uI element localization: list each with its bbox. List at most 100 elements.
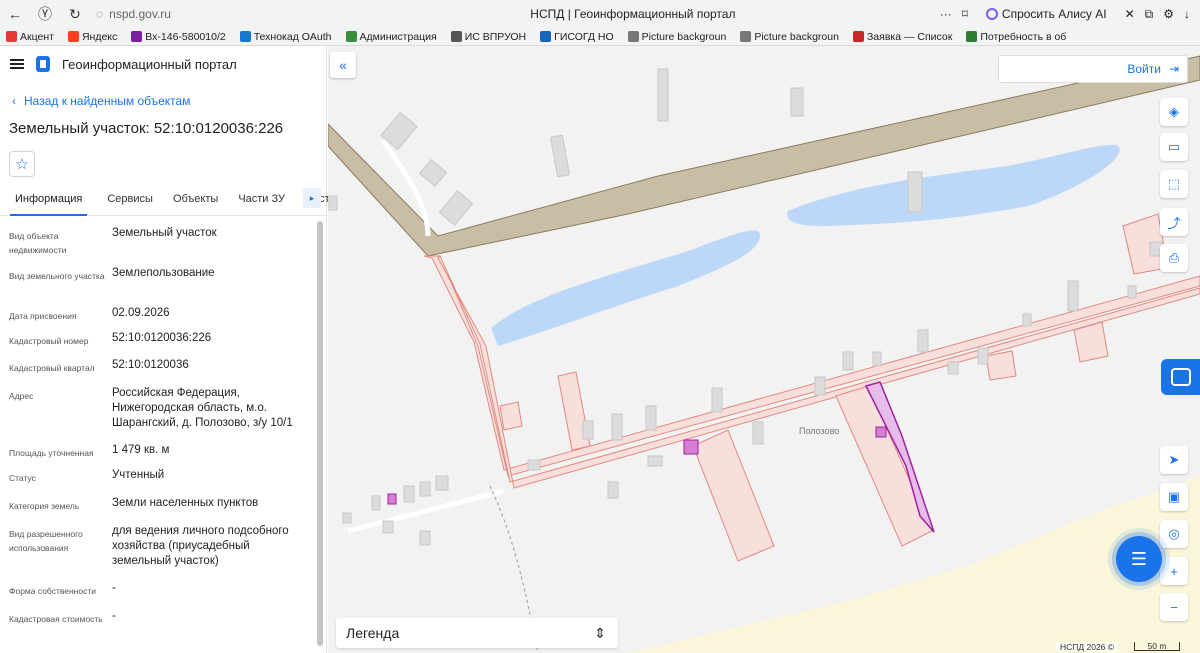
tab-parts[interactable]: Части ЗУ <box>238 190 285 216</box>
copyright: НСПД 2026 © <box>1056 642 1119 652</box>
geo-button[interactable]: ◎ <box>1160 520 1188 548</box>
panel-scrollbar[interactable] <box>317 221 323 646</box>
portal-logo-icon <box>36 56 50 72</box>
select-area-button[interactable]: ⬚ <box>1160 170 1188 198</box>
village-label: Полозово <box>799 426 840 436</box>
bookmark-label: Потребность в об <box>980 30 1067 43</box>
star-icon: ☆ <box>15 156 29 173</box>
back-link[interactable]: ‹ Назад к найденным объектам <box>12 94 326 108</box>
bookmark-item[interactable]: Технокад OAuth <box>239 30 332 43</box>
tab-objects[interactable]: Объекты <box>173 190 218 216</box>
map-view[interactable]: « Войти ⇥ ◈ ▭ ⬚ ⤴ ⎙ ➤ ▣ ◎ + − ☰ Полозово… <box>328 46 1200 653</box>
property-row: Площадь уточненная 1 479 кв. м <box>0 443 326 468</box>
print-button[interactable]: ⎙ <box>1160 244 1188 272</box>
tab-services[interactable]: Сервисы <box>107 190 153 216</box>
yandex-icon[interactable]: Ⓨ <box>30 0 60 28</box>
shield-icon: ◌ <box>96 7 104 21</box>
property-value: 1 479 кв. м <box>112 444 170 456</box>
property-value: Земли населенных пунктов <box>112 497 259 509</box>
street-corridor-lower <box>437 255 1200 489</box>
bookmark-item[interactable]: Picture backgroun <box>627 30 727 43</box>
more-icon[interactable]: ··· <box>940 7 952 21</box>
bookmark-label: Технокад OAuth <box>253 30 332 43</box>
login-label: Войти <box>1127 62 1161 76</box>
chevron-left-icon: ‹ <box>12 94 16 108</box>
chat-icon: ☰ <box>1130 548 1148 569</box>
browser-toolbar: ← Ⓨ ↻ ◌ nspd.gov.ru НСПД | Геоинформацио… <box>0 0 1200 28</box>
property-label: Площадь уточненная <box>9 448 94 458</box>
property-row: Категория земель Земли населенных пунктов <box>0 496 326 524</box>
bookmark-item[interactable]: Администрация <box>345 31 437 43</box>
login-button[interactable]: Войти ⇥ <box>998 55 1188 83</box>
property-row: Адрес Российская Федерация, Нижегородская… <box>0 386 326 443</box>
highlighted-building <box>387 493 397 505</box>
minimap-icon: ▣ <box>1167 489 1181 504</box>
back-arrow-icon[interactable]: ← <box>0 0 30 28</box>
bookmark-item[interactable]: ГИСОГД НО <box>540 31 614 43</box>
bookmark-favicon-icon <box>6 31 17 42</box>
property-value: Землепользование <box>112 267 215 279</box>
parcel <box>692 429 775 562</box>
extension-icon[interactable]: ✕ <box>1125 7 1135 21</box>
assistant-chat-button[interactable]: ☰ <box>1116 536 1162 582</box>
legend-label: Легенда <box>346 625 400 641</box>
app-title: Геоинформационный портал <box>62 56 237 72</box>
map-canvas <box>328 55 1200 653</box>
bookmark-item[interactable]: Потребность в об <box>966 31 1066 43</box>
favorite-star-button[interactable]: ☆ <box>9 151 35 177</box>
ruler-button[interactable]: ▭ <box>1160 133 1188 161</box>
pond-west <box>491 230 761 346</box>
zoom-out-button[interactable]: − <box>1160 593 1188 621</box>
bookmark-item[interactable]: Вх-146-580010/2 <box>131 30 226 43</box>
property-label: Вид разрешенного использования <box>9 529 83 553</box>
property-label: Форма собственности <box>9 586 96 596</box>
layers-button[interactable]: ◈ <box>1160 98 1188 126</box>
geo-pin-icon: ◎ <box>1168 526 1180 541</box>
bookmarks-bar: Акцент Яндекс Вх-146-580010/2 Технокад OAut… <box>0 28 1200 46</box>
bookmark-label: Picture backgroun <box>754 30 839 43</box>
legend-dropdown[interactable]: Легенда ⇕ <box>336 618 618 648</box>
property-row: Статус Учтенный <box>0 468 326 496</box>
bookmark-label: Picture backgroun <box>641 30 727 43</box>
property-row: Дата присвоения 02.09.2026 <box>0 306 326 331</box>
collapse-panel-button[interactable]: « <box>330 52 356 78</box>
alice-button[interactable]: Спросить Алису AI <box>978 4 1115 24</box>
minimap-button[interactable]: ▣ <box>1160 483 1188 511</box>
property-label: Кадастровый квартал <box>9 363 95 373</box>
tabs-next-button[interactable]: ▸ <box>303 188 321 208</box>
alice-label: Спросить Алису AI <box>1001 7 1107 21</box>
street-corridor <box>423 255 1200 477</box>
bookmark-favicon-icon <box>67 31 79 42</box>
bookmark-item[interactable]: Яндекс <box>67 31 117 43</box>
share-button[interactable]: ⤴ <box>1160 208 1188 236</box>
tab-info[interactable]: Информация <box>10 190 88 216</box>
zoom-in-button[interactable]: + <box>1160 557 1188 585</box>
menu-icon[interactable] <box>10 59 24 69</box>
chat-side-tab[interactable] <box>1161 359 1200 395</box>
settings-icon[interactable]: ⚙ <box>1163 7 1174 21</box>
layers-icon: ◈ <box>1169 104 1179 119</box>
bookmark-icon[interactable]: ⌑ <box>962 7 968 21</box>
address-text: nspd.gov.ru <box>109 7 171 21</box>
property-value: для ведения личного подсобного хозяйства… <box>112 525 289 567</box>
property-row: Кадастровый квартал 52:10:0120036 <box>0 358 326 386</box>
bookmark-favicon-icon <box>852 31 864 42</box>
bookmark-item[interactable]: Заявка — Список <box>852 31 952 43</box>
property-row: Вид земельного участка Землепользование <box>0 266 326 306</box>
download-icon[interactable]: ↓ <box>1184 7 1190 21</box>
address-bar[interactable]: ◌ nspd.gov.ru <box>96 7 326 21</box>
reload-icon[interactable]: ↻ <box>60 0 90 28</box>
bookmark-item[interactable]: ИС ВПРУОН <box>450 31 526 43</box>
property-row: Форма собственности - <box>0 581 326 609</box>
bookmark-item[interactable]: Акцент <box>6 31 54 43</box>
bookmark-favicon-icon <box>627 31 639 42</box>
property-row: Вид разрешенного использования для ведени… <box>0 524 326 581</box>
property-row: Вид объекта недвижимости Земельный участо… <box>0 226 326 266</box>
puzzle-icon[interactable]: ⧉ <box>1145 7 1154 22</box>
minus-icon: − <box>1170 599 1178 615</box>
locate-button[interactable]: ➤ <box>1160 446 1188 474</box>
property-row: Кадастровая стоимость - <box>0 609 326 647</box>
parcel <box>499 401 523 431</box>
bookmark-label: Вх-146-580010/2 <box>145 30 226 43</box>
bookmark-item[interactable]: Picture backgroun <box>740 31 839 43</box>
